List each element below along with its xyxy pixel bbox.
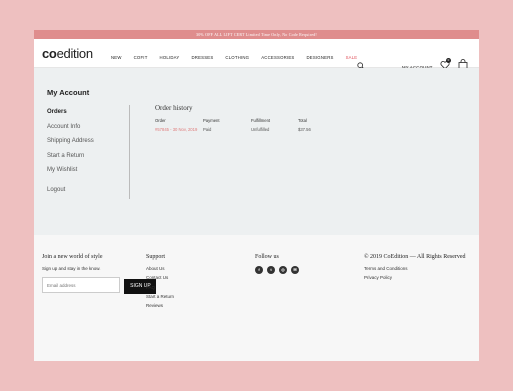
footer-link-terms[interactable]: Terms and Conditions	[364, 266, 466, 271]
wishlist-count-badge: 0	[446, 58, 451, 63]
footer-link-start-return[interactable]: Start a Return	[146, 294, 174, 299]
legal-column: © 2019 CoEdition — All Rights Reserved T…	[364, 254, 466, 285]
main-nav: NEW COFIT HOLIDAY DRESSES CLOTHING ACCES…	[111, 55, 369, 60]
account-section: My Account Orders Account Info Shipping …	[34, 68, 479, 235]
order-history-table: Order Payment Fulfillment Total #57845 -…	[155, 118, 325, 136]
twitter-icon[interactable]: t	[267, 266, 275, 274]
support-title: Support	[146, 254, 166, 260]
order-payment: Paid	[203, 127, 212, 132]
account-menu-shipping-address[interactable]: Shipping Address	[47, 138, 94, 144]
order-link[interactable]: #57845 - 30 Nov, 2019	[155, 127, 197, 132]
email-icon[interactable]: ✉	[291, 266, 299, 274]
column-header-fulfillment: Fulfillment	[251, 118, 271, 123]
nav-item-sale[interactable]: SALE	[346, 55, 358, 60]
nav-item-accessories[interactable]: ACCESSORIES	[261, 55, 294, 60]
nav-item-cofit[interactable]: COFIT	[134, 55, 148, 60]
email-input[interactable]	[42, 277, 120, 293]
account-menu: Orders Account Info Shipping Address Sta…	[47, 109, 94, 202]
footer-link-reviews[interactable]: Reviews	[146, 303, 174, 308]
site-header: co edition NEW COFIT HOLIDAY DRESSES CLOT…	[34, 39, 479, 70]
site-footer: Join a new world of style Sign up and st…	[34, 235, 479, 361]
nav-item-dresses[interactable]: DRESSES	[191, 55, 213, 60]
newsletter-title: Join a new world of style	[42, 254, 103, 260]
brand-logo[interactable]: co edition	[42, 47, 93, 60]
footer-link-privacy[interactable]: Privacy Policy	[364, 275, 466, 280]
logout-link[interactable]: Logout	[47, 187, 94, 193]
account-menu-start-return[interactable]: Start a Return	[47, 153, 94, 159]
facebook-icon[interactable]: f	[255, 266, 263, 274]
nav-item-clothing[interactable]: CLOTHING	[225, 55, 249, 60]
account-menu-account-info[interactable]: Account Info	[47, 124, 94, 130]
logo-co: co	[42, 46, 57, 61]
copyright-text: © 2019 CoEdition — All Rights Reserved	[364, 254, 466, 260]
order-total: $37.56	[298, 127, 311, 132]
instagram-icon[interactable]: ◎	[279, 266, 287, 274]
account-title: My Account	[47, 88, 90, 97]
table-row: #57845 - 30 Nov, 2019 Paid Unfulfilled $…	[155, 127, 325, 136]
promo-banner: 30% OFF ALL LIFT CERT Limited Time Only,…	[34, 30, 479, 39]
nav-item-designers[interactable]: DESIGNERS	[306, 55, 333, 60]
newsletter-text: Sign up and stay in the know.	[42, 266, 101, 271]
newsletter-column: Join a new world of style Sign up and st…	[42, 254, 157, 294]
nav-item-new[interactable]: NEW	[111, 55, 122, 60]
support-column: Support About Us Contact Us FAQ Start a …	[146, 254, 174, 312]
vertical-divider	[129, 105, 130, 199]
account-menu-orders[interactable]: Orders	[47, 109, 94, 115]
account-menu-wishlist[interactable]: My Wishlist	[47, 167, 94, 173]
footer-link-contact-us[interactable]: Contact Us	[146, 275, 174, 280]
table-header-row: Order Payment Fulfillment Total	[155, 118, 325, 127]
logo-edition: edition	[56, 46, 94, 61]
column-header-total: Total	[298, 118, 307, 123]
column-header-payment: Payment	[203, 118, 220, 123]
follow-column: Follow us f t ◎ ✉	[255, 254, 299, 274]
page: 30% OFF ALL LIFT CERT Limited Time Only,…	[34, 30, 479, 361]
social-icons: f t ◎ ✉	[255, 266, 299, 274]
column-header-order: Order	[155, 118, 166, 123]
footer-link-about-us[interactable]: About Us	[146, 266, 174, 271]
follow-title: Follow us	[255, 254, 279, 260]
order-fulfillment: Unfulfilled	[251, 127, 270, 132]
order-history-title: Order history	[155, 104, 193, 112]
footer-link-faq[interactable]: FAQ	[146, 285, 174, 290]
nav-item-holiday[interactable]: HOLIDAY	[160, 55, 180, 60]
